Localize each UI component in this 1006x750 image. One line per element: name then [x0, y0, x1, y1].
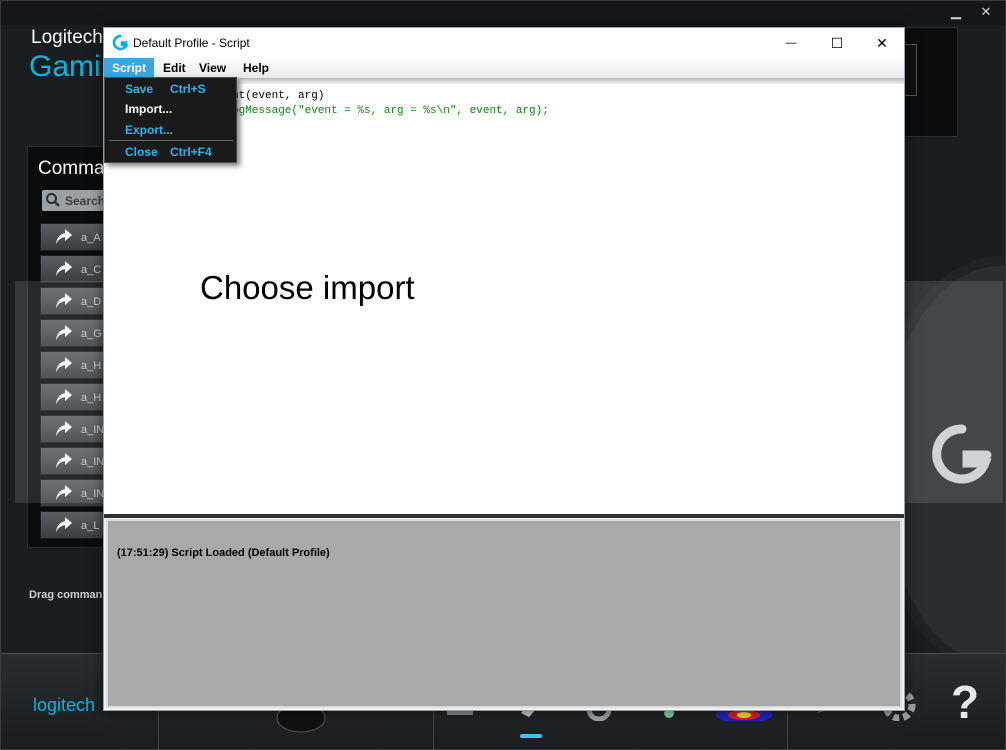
command-arrow-icon: [56, 261, 72, 276]
brand-gaming-label: Gami: [29, 50, 101, 83]
command-item-label: a_L: [81, 520, 100, 532]
script-menu-dropdown: Save Ctrl+S Import... Export... Close Ct…: [104, 77, 237, 163]
menu-view[interactable]: View: [194, 58, 231, 78]
script-title-bar: Default Profile - Script — ☐ ✕: [104, 28, 904, 58]
overlay-caption: Choose import: [200, 269, 415, 306]
close-icon: ✕: [876, 34, 888, 51]
output-message: (17:51:29) Script Loaded (Default Profil…: [117, 547, 330, 559]
app-close-icon[interactable]: ✕: [976, 4, 996, 20]
command-item-label: a_A: [81, 232, 101, 244]
command-arrow-icon: [56, 517, 72, 532]
menu-item-export[interactable]: Export...: [105, 120, 238, 140]
logitech-logo: logitech: [33, 695, 96, 715]
script-editor[interactable]: nt(event, arg) ogMessage("event = %s, ar…: [134, 84, 904, 514]
menu-separator: [109, 140, 233, 141]
maximize-button[interactable]: ☐: [814, 28, 860, 58]
active-tab-indicator: [520, 734, 542, 738]
commands-title: Comma: [38, 158, 105, 179]
drag-hint-text: Drag comman: [29, 589, 103, 601]
help-icon[interactable]: ?: [951, 675, 979, 729]
menu-edit[interactable]: Edit: [158, 58, 191, 78]
output-pane: (17:51:29) Script Loaded (Default Profil…: [106, 519, 902, 708]
menu-item-close[interactable]: Close Ctrl+F4: [105, 142, 238, 162]
command-arrow-icon: [56, 229, 72, 244]
lgs-app-window: ▁ ✕ Logitech Gami Comma Search a_A a_C a_D…: [0, 0, 1006, 750]
menu-help[interactable]: Help: [238, 58, 274, 78]
minimize-icon: —: [785, 37, 797, 49]
maximize-icon: ☐: [830, 34, 844, 51]
pane-splitter[interactable]: [104, 514, 904, 518]
menu-item-shortcut: Ctrl+F4: [170, 145, 212, 159]
command-item-label: a_C: [81, 264, 102, 276]
menu-item-import[interactable]: Import...: [105, 99, 238, 119]
logitech-g-icon: [112, 34, 129, 51]
code-line: ogMessage("event = %s, arg = %s\n", even…: [232, 105, 549, 117]
menu-script[interactable]: Script: [104, 58, 154, 78]
menu-item-label: Export...: [125, 123, 174, 137]
code-line: nt(event, arg): [232, 90, 325, 102]
commands-search-placeholder: Search: [65, 194, 106, 208]
search-icon: [46, 193, 60, 207]
app-title-bar: [1, 1, 1005, 25]
menu-item-save[interactable]: Save Ctrl+S: [105, 79, 238, 99]
menu-item-label: Import...: [125, 102, 173, 116]
menu-item-label: Close: [125, 145, 158, 159]
menu-bar: Script Edit View Help: [104, 58, 904, 78]
window-title: Default Profile - Script: [133, 36, 250, 50]
app-minimize-icon[interactable]: ▁: [946, 4, 966, 20]
menu-item-label: Save: [125, 82, 154, 96]
menu-item-shortcut: Ctrl+S: [170, 82, 206, 96]
brand-logitech-label: Logitech: [31, 27, 103, 48]
minimize-button[interactable]: —: [768, 28, 814, 58]
close-button[interactable]: ✕: [859, 28, 905, 58]
